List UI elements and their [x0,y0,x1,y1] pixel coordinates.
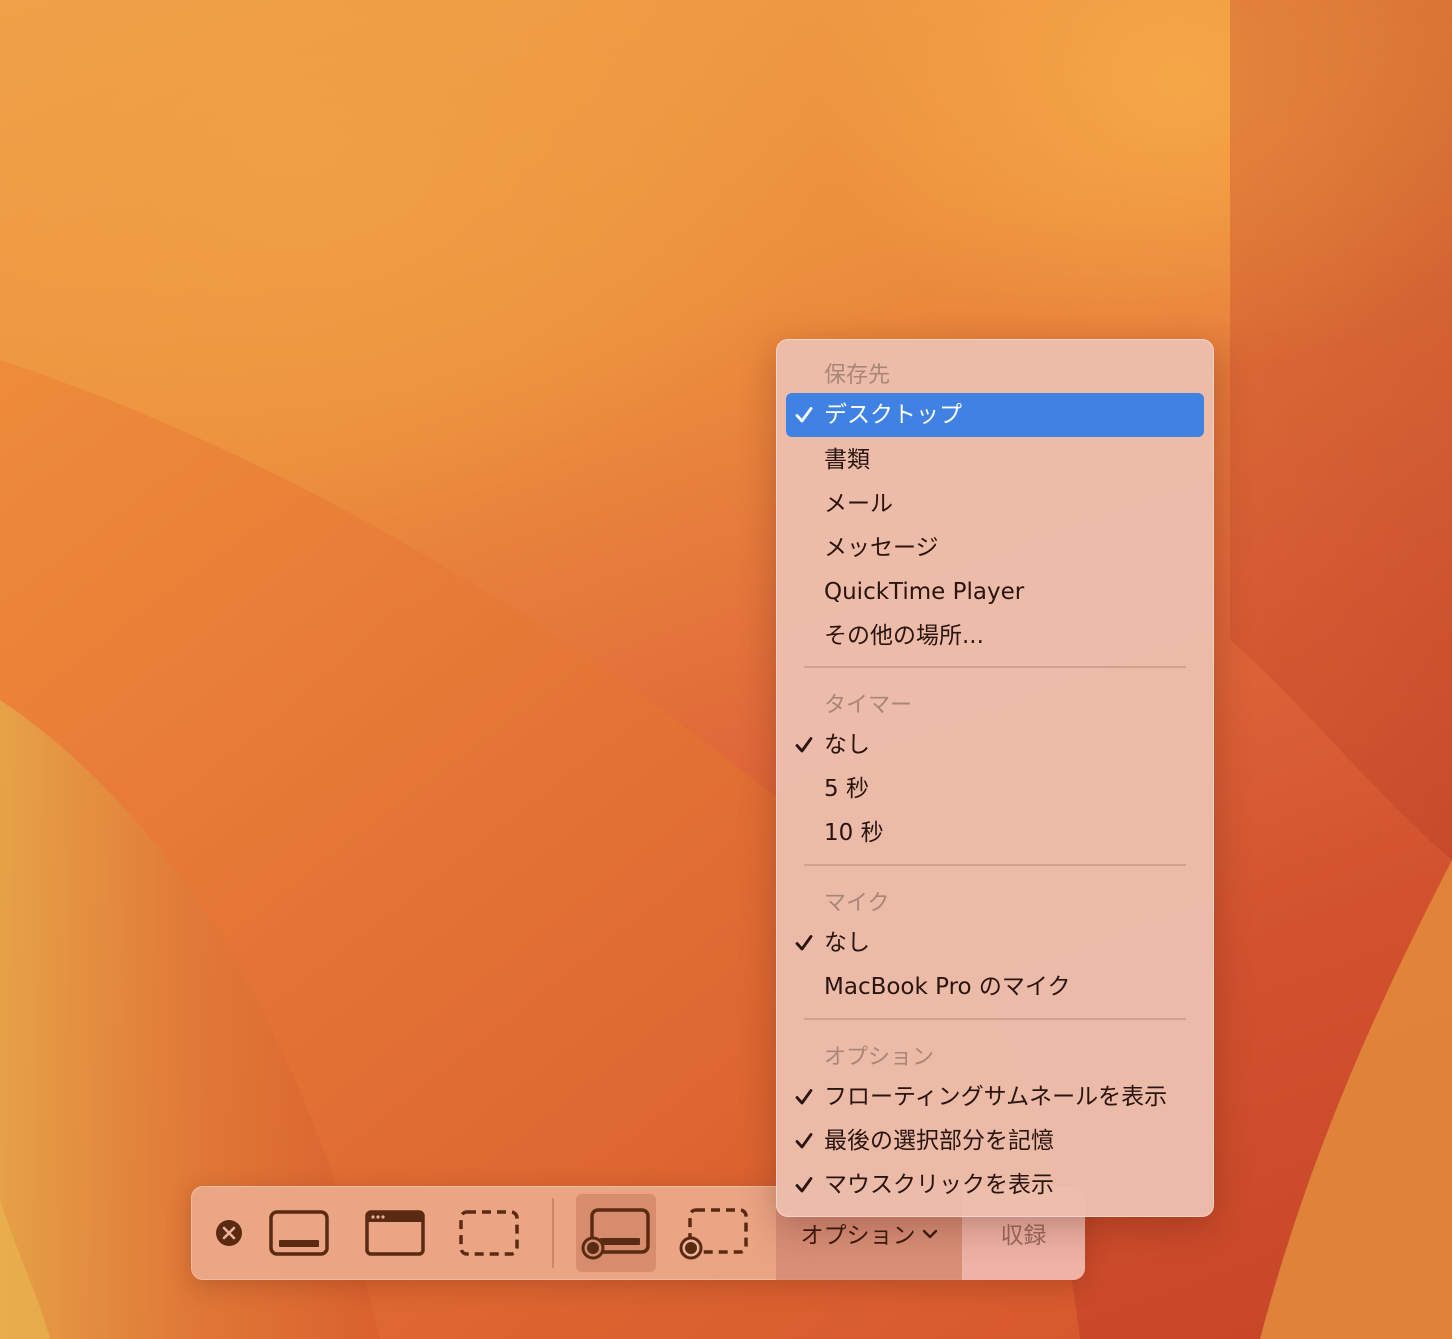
close-button[interactable] [211,1194,247,1272]
menu-item-other-location[interactable]: その他の場所... [786,614,1204,658]
menu-item-label: その他の場所... [824,623,984,649]
menu-item-mic-none[interactable]: なし [786,921,1204,965]
checkmark-icon [795,935,813,951]
chevron-down-icon [922,1220,938,1246]
menu-header-save-to: 保存先 [824,363,891,388]
menu-separator [804,666,1186,668]
menu-item-quicktime-player[interactable]: QuickTime Player [786,570,1204,614]
menu-item-mic-macbook-pro[interactable]: MacBook Pro のマイク [786,965,1204,1009]
wallpaper-waves [0,0,1452,1339]
menu-item-desktop[interactable]: デスクトップ [786,393,1204,437]
menu-item-label: デスクトップ [824,402,962,428]
menu-item-label: なし [824,930,870,956]
menu-item-label: メール [824,491,893,517]
window-capture-icon [365,1210,425,1256]
menu-item-label: QuickTime Player [824,579,1025,605]
menu-item-label: メッセージ [824,535,939,561]
menu-item-label: マウスクリックを表示 [824,1172,1054,1198]
xmark-circle-icon [215,1219,243,1247]
menu-separator [804,864,1186,866]
menu-item-label: 10 秒 [824,820,884,846]
menu-header-timer: タイマー [824,693,913,718]
menu-item-label: 5 秒 [824,776,869,802]
menu-item-show-mouse-clicks[interactable]: マウスクリックを表示 [786,1163,1204,1207]
menu-item-messages[interactable]: メッセージ [786,526,1204,570]
menu-item-timer-10s[interactable]: 10 秒 [786,811,1204,855]
screen-record-icon [580,1206,652,1260]
capture-window-button[interactable] [358,1194,432,1272]
menu-item-timer-none[interactable]: なし [786,723,1204,767]
menu-item-mail[interactable]: メール [786,482,1204,526]
checkmark-icon [795,407,813,423]
options-label: オプション [800,1223,916,1249]
menu-item-label: 最後の選択部分を記憶 [824,1128,1054,1154]
menu-item-label: なし [824,732,870,758]
menu-item-documents[interactable]: 書類 [786,438,1204,482]
menu-item-label: MacBook Pro のマイク [824,974,1071,1000]
menu-item-label: 書類 [824,447,870,473]
checkmark-icon [795,1133,813,1149]
menu-item-show-floating-thumbnail[interactable]: フローティングサムネールを表示 [786,1075,1204,1119]
menu-separator [804,1018,1186,1020]
capture-entire-screen-button[interactable] [263,1194,335,1272]
checkmark-icon [795,1089,813,1105]
menu-item-label: フローティングサムネールを表示 [824,1084,1168,1110]
screen-capture-icon [269,1210,329,1256]
options-menu: 保存先 デスクトップ 書類 メール メッセージ QuickTime Player… [776,339,1214,1217]
menu-header-microphone: マイク [824,891,890,916]
toolbar-divider [552,1198,554,1268]
checkmark-icon [795,737,813,753]
menu-item-remember-last-selection[interactable]: 最後の選択部分を記憶 [786,1119,1204,1163]
checkmark-icon [795,1177,813,1193]
selection-capture-icon [459,1210,519,1256]
desktop-wallpaper: オプション 収録 保存先 デスクトップ 書類 メール メッセージ QuickTi… [0,0,1452,1339]
record-label: 収録 [1000,1223,1047,1249]
record-entire-screen-button[interactable] [576,1194,656,1272]
menu-item-timer-5s[interactable]: 5 秒 [786,767,1204,811]
record-selection-button[interactable] [674,1194,754,1272]
menu-header-options: オプション [824,1045,935,1070]
capture-selection-button[interactable] [453,1194,525,1272]
selection-record-icon [678,1206,750,1260]
